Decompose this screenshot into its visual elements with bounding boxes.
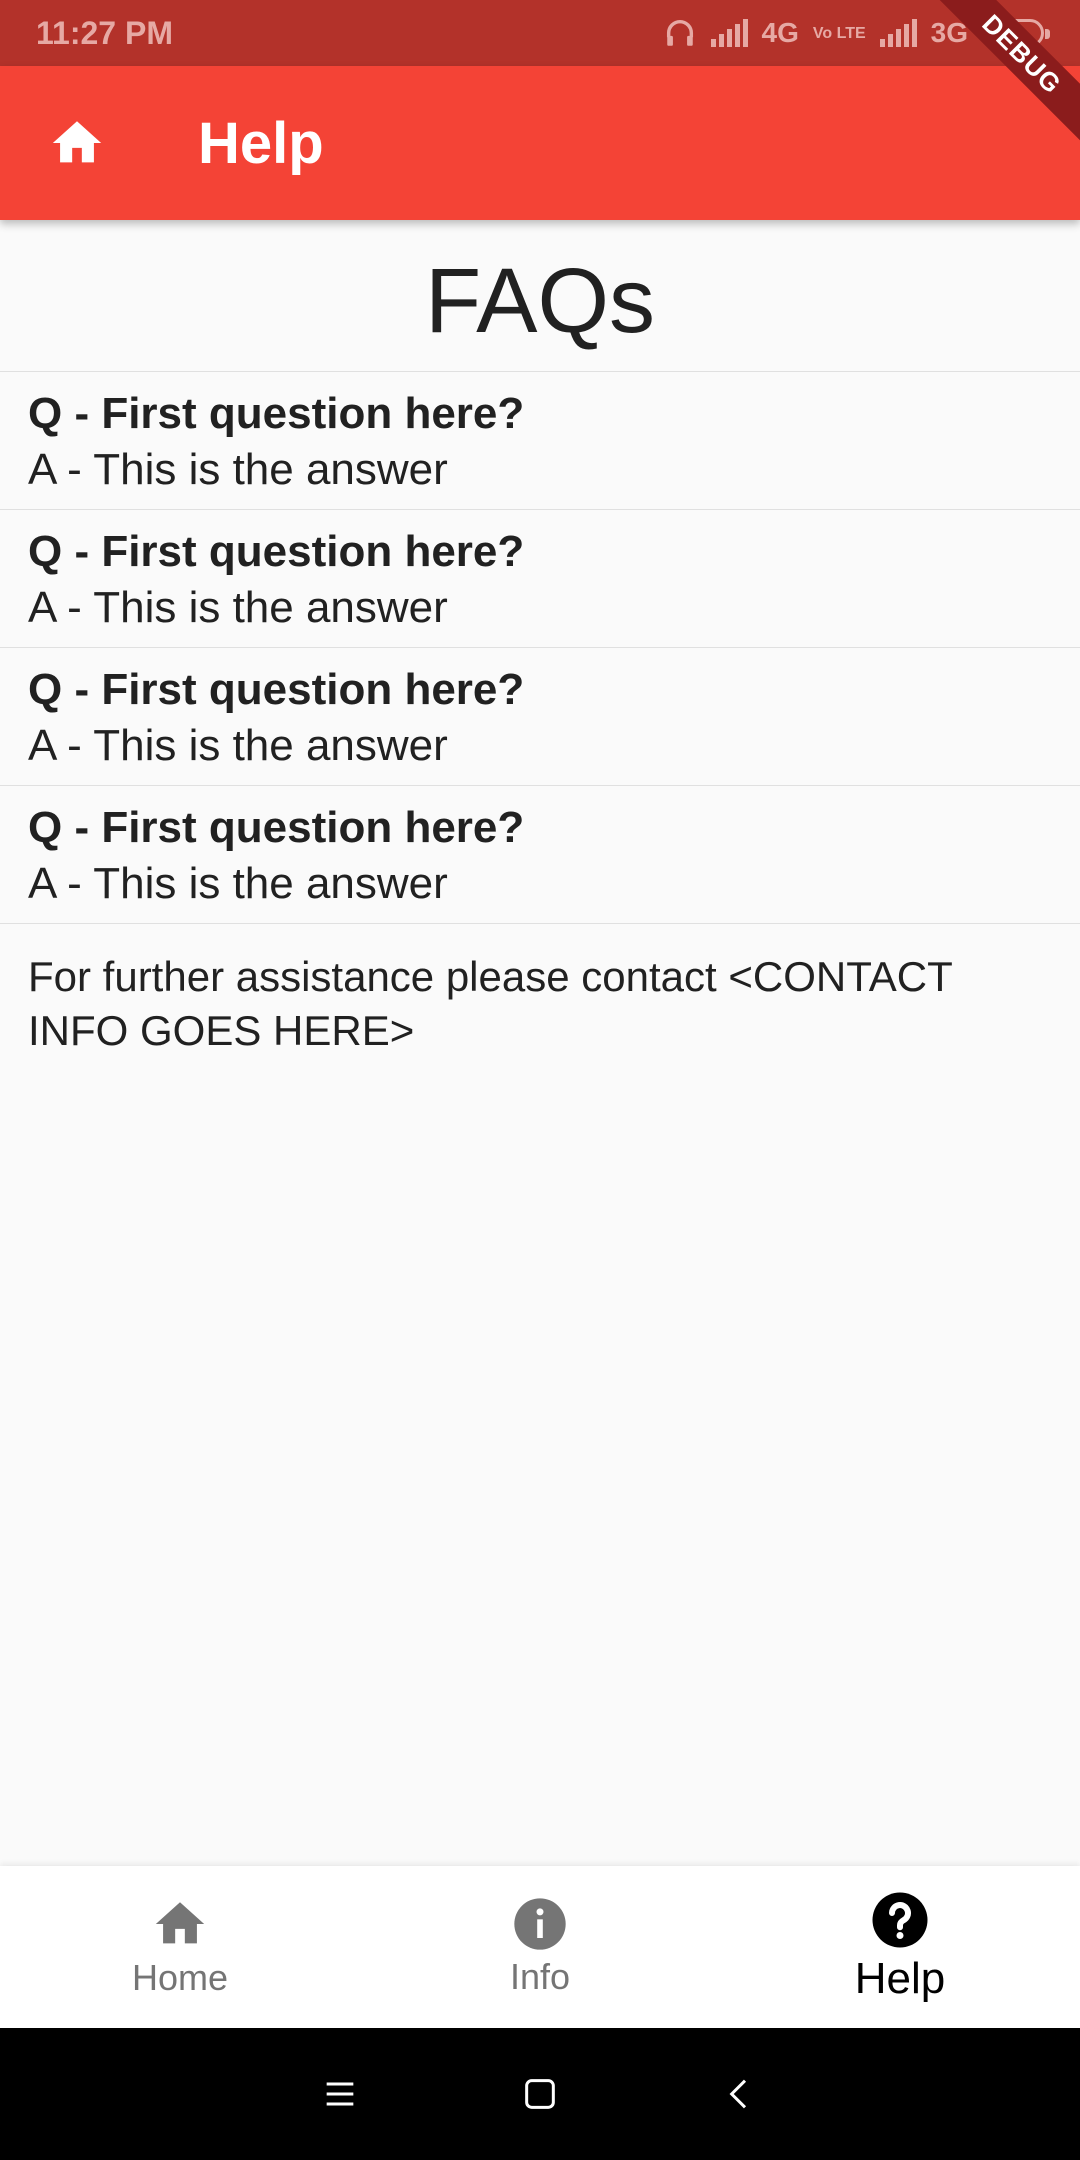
volte-indicator: Vo LTE: [812, 24, 866, 42]
nav-label-help: Help: [854, 1954, 946, 2003]
menu-icon[interactable]: [320, 2074, 360, 2114]
contact-info: For further assistance please contact <C…: [28, 953, 952, 1054]
nav-label-home: Home: [131, 1957, 229, 1998]
faq-item: Q - First question here? A - This is the…: [0, 786, 1080, 924]
faq-item: Q - First question here? A - This is the…: [0, 372, 1080, 510]
status-time: 11:27 PM: [36, 14, 173, 51]
help-icon: [872, 1892, 928, 1948]
nav-item-home[interactable]: Home: [0, 1866, 360, 2028]
faq-content: FAQs Q - First question here? A - This i…: [0, 232, 1080, 1084]
network-type-1: 4G: [761, 17, 799, 48]
home-button[interactable]: [0, 66, 154, 220]
faq-answer: A - This is the answer: [28, 445, 448, 494]
faq-question: Q - First question here?: [28, 389, 525, 438]
nav-item-help[interactable]: Help: [720, 1866, 1080, 2028]
faq-answer: A - This is the answer: [28, 859, 448, 908]
nav-item-info[interactable]: Info: [360, 1866, 720, 2028]
headphones-icon: [666, 20, 693, 46]
faq-answer: A - This is the answer: [28, 721, 448, 770]
page-title: Help: [198, 110, 324, 176]
faq-question: Q - First question here?: [28, 527, 525, 576]
home-icon: [155, 1902, 205, 1944]
faq-item: Q - First question here? A - This is the…: [0, 648, 1080, 786]
nav-label-info: Info: [509, 1956, 571, 1997]
faq-question: Q - First question here?: [28, 803, 525, 852]
faq-answer: A - This is the answer: [28, 583, 448, 632]
faq-question: Q - First question here?: [28, 665, 525, 714]
home-icon: [52, 121, 102, 163]
app-bar: Help: [0, 66, 1080, 220]
faq-item: Q - First question here? A - This is the…: [0, 510, 1080, 648]
info-icon: [514, 1898, 566, 1950]
signal-icon: [710, 19, 748, 47]
home-square-icon[interactable]: [520, 2074, 560, 2114]
faq-heading: FAQs: [0, 232, 1080, 372]
system-navigation-bar: [0, 2028, 1080, 2160]
back-icon[interactable]: [720, 2074, 760, 2114]
bottom-navigation: Home Info Help: [0, 1866, 1080, 2028]
signal-icon-2: [879, 19, 917, 47]
status-bar: 11:27 PM 4G Vo LTE 3G: [0, 0, 1080, 66]
